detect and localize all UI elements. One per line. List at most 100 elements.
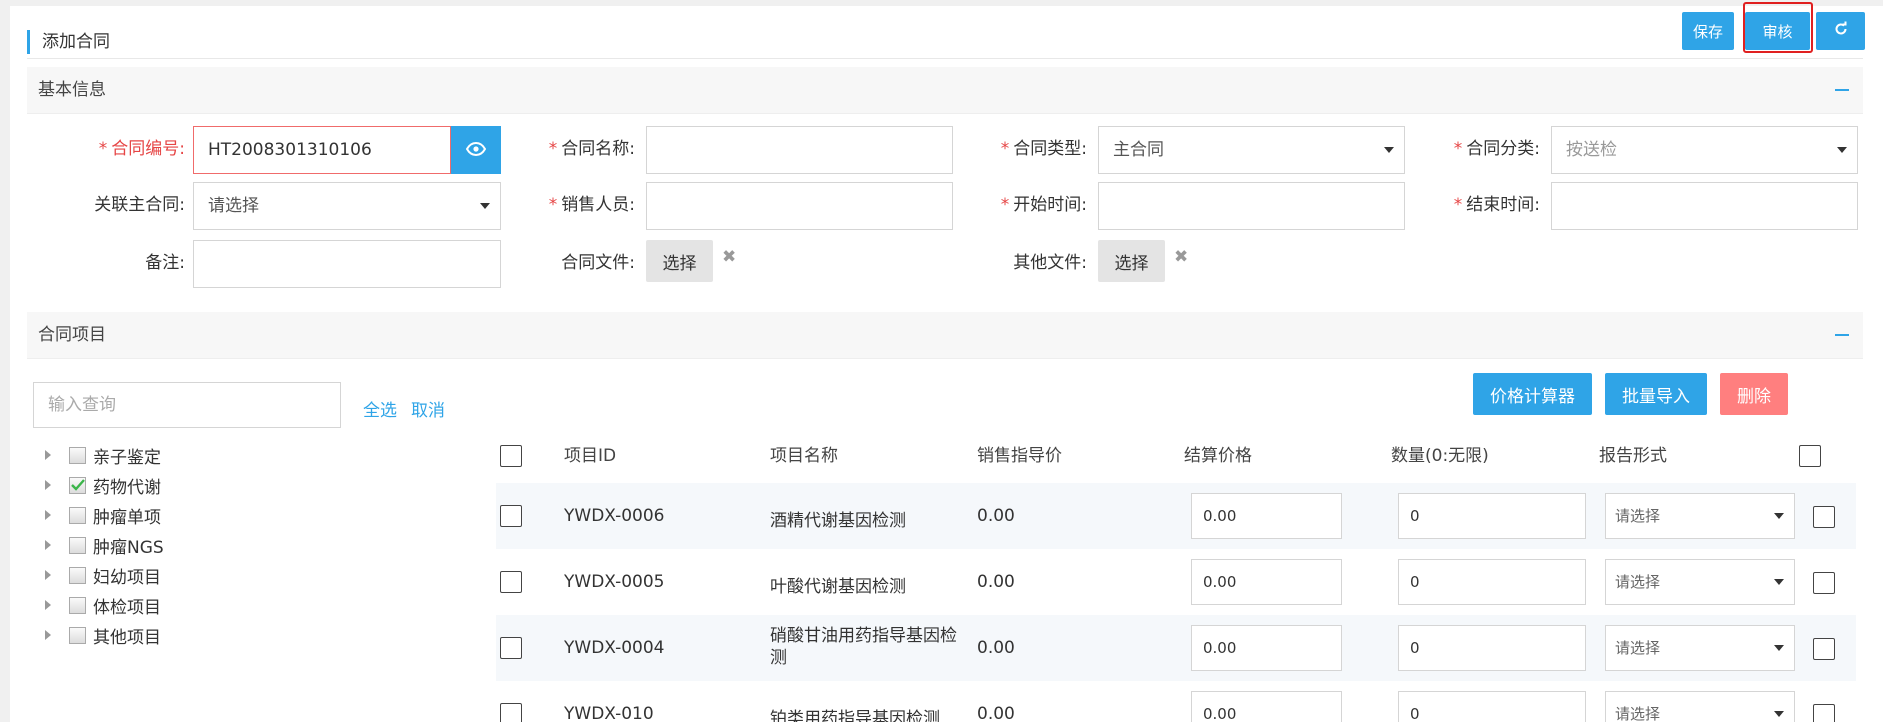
row-guide-price: 0.00 <box>977 572 1015 592</box>
price-calculator-button[interactable]: 价格计算器 <box>1473 373 1592 415</box>
tree-item-drug-metabolism[interactable]: 药物代谢 <box>45 472 161 498</box>
expand-icon[interactable] <box>45 480 51 490</box>
remove-other-file-icon[interactable]: ✖ <box>1174 247 1188 267</box>
row-settle-price-input[interactable]: 0.00 <box>1191 559 1342 605</box>
select-all-checkbox-right[interactable] <box>1799 445 1821 467</box>
row-guide-price: 0.00 <box>977 506 1015 526</box>
contract-category-select[interactable]: 按送检 <box>1551 126 1858 174</box>
tree-item-physical-exam[interactable]: 体检项目 <box>45 592 161 618</box>
related-main-label: 关联主合同: <box>94 195 185 215</box>
row-checkbox-right[interactable] <box>1813 506 1835 528</box>
salesperson-input[interactable] <box>646 182 953 230</box>
row-checkbox-right[interactable] <box>1813 638 1835 660</box>
row-report-select[interactable]: 请选择 <box>1605 625 1795 671</box>
eye-icon <box>465 141 487 160</box>
row-settle-price-input[interactable]: 0.00 <box>1191 493 1342 539</box>
header-guide-price: 销售指导价 <box>977 446 1062 466</box>
header-settle-price: 结算价格 <box>1184 446 1252 466</box>
row-checkbox[interactable] <box>500 703 522 722</box>
tree-search-input[interactable]: 输入查询 <box>33 382 341 428</box>
expand-icon[interactable] <box>45 450 51 460</box>
related-main-select[interactable]: 请选择 <box>193 182 501 230</box>
row-settle-price-input[interactable]: 0.00 <box>1191 625 1342 671</box>
row-checkbox[interactable] <box>500 505 522 527</box>
tree-checkbox[interactable] <box>69 446 86 464</box>
row-report-select[interactable]: 请选择 <box>1605 691 1795 722</box>
table-row: YWDX-0004 硝酸甘油用药指导基因检测 0.00 0.00 0 请选择 <box>496 615 1856 681</box>
chevron-down-icon <box>1837 147 1847 153</box>
row-quantity-input[interactable]: 0 <box>1398 559 1586 605</box>
remark-label: 备注: <box>145 253 185 273</box>
view-contract-no-button[interactable] <box>451 126 501 174</box>
row-checkbox[interactable] <box>500 637 522 659</box>
row-item-name: 酒精代谢基因检测 <box>770 511 906 531</box>
remove-contract-file-icon[interactable]: ✖ <box>722 247 736 267</box>
select-all-link[interactable]: 全选 <box>363 396 397 421</box>
review-highlight-box <box>1743 2 1813 53</box>
tree-checkbox[interactable] <box>69 626 86 644</box>
contract-items-section-header[interactable]: 合同项目 <box>27 312 1863 359</box>
header-quantity: 数量(0:无限) <box>1391 446 1489 466</box>
row-report-select[interactable]: 请选择 <box>1605 493 1795 539</box>
contract-type-select[interactable]: 主合同 <box>1098 126 1405 174</box>
tree-item-tumor-ngs[interactable]: 肿瘤NGS <box>45 532 164 558</box>
row-item-id: YWDX-0005 <box>564 572 665 592</box>
basic-info-section-header[interactable]: 基本信息 <box>27 67 1863 114</box>
row-report-select[interactable]: 请选择 <box>1605 559 1795 605</box>
refresh-button[interactable] <box>1816 12 1865 50</box>
chevron-down-icon <box>1774 579 1784 585</box>
check-icon <box>70 479 85 491</box>
end-time-input[interactable] <box>1551 182 1858 230</box>
chevron-down-icon <box>1774 711 1784 717</box>
expand-icon[interactable] <box>45 600 51 610</box>
tree-item-paternity[interactable]: 亲子鉴定 <box>45 442 161 468</box>
row-item-id: YWDX-0004 <box>564 638 665 658</box>
start-time-label: * 开始时间: <box>1000 195 1087 215</box>
delete-button[interactable]: 删除 <box>1720 373 1788 415</box>
tree-checkbox[interactable] <box>69 596 86 614</box>
row-checkbox[interactable] <box>500 571 522 593</box>
row-quantity-input[interactable]: 0 <box>1398 691 1586 722</box>
title-divider <box>27 58 1863 59</box>
collapse-icon[interactable] <box>1835 89 1849 91</box>
row-checkbox-right[interactable] <box>1813 704 1835 722</box>
table-row: YWDX-0005 叶酸代谢基因检测 0.00 0.00 0 请选择 <box>496 549 1856 615</box>
contract-name-input[interactable] <box>646 126 953 174</box>
contract-no-input[interactable]: HT2008301310106 <box>193 126 451 174</box>
contract-file-choose-button[interactable]: 选择 <box>646 240 713 282</box>
expand-icon[interactable] <box>45 540 51 550</box>
expand-icon[interactable] <box>45 630 51 640</box>
cancel-link[interactable]: 取消 <box>411 396 445 421</box>
tree-checkbox[interactable] <box>69 566 86 584</box>
batch-import-button[interactable]: 批量导入 <box>1605 373 1707 415</box>
row-item-id: YWDX-010 <box>564 704 654 722</box>
tree-checkbox[interactable] <box>69 506 86 524</box>
expand-icon[interactable] <box>45 510 51 520</box>
tree-item-other[interactable]: 其他项目 <box>45 622 161 648</box>
row-item-name: 硝酸甘油用药指导基因检测 <box>770 626 957 668</box>
save-button[interactable]: 保存 <box>1682 12 1734 50</box>
row-guide-price: 0.00 <box>977 704 1015 722</box>
tree-item-tumor-single[interactable]: 肿瘤单项 <box>45 502 161 528</box>
other-file-choose-button[interactable]: 选择 <box>1098 240 1165 282</box>
contract-file-label: 合同文件: <box>561 253 635 273</box>
tree-checkbox-checked[interactable] <box>69 476 86 494</box>
row-quantity-input[interactable]: 0 <box>1398 625 1586 671</box>
start-time-input[interactable] <box>1098 182 1405 230</box>
contract-type-label: * 合同类型: <box>1000 139 1087 159</box>
row-settle-price-input[interactable]: 0.00 <box>1191 691 1342 722</box>
tree-item-maternal-child[interactable]: 妇幼项目 <box>45 562 161 588</box>
row-quantity-input[interactable]: 0 <box>1398 493 1586 539</box>
collapse-icon[interactable] <box>1835 334 1849 336</box>
select-all-checkbox[interactable] <box>500 445 522 467</box>
row-item-name: 铂类用药指导基因检测 <box>770 709 940 722</box>
contract-name-label: * 合同名称: <box>548 139 635 159</box>
header-item-id: 项目ID <box>564 446 617 466</box>
tree-checkbox[interactable] <box>69 536 86 554</box>
chevron-down-icon <box>480 203 490 209</box>
row-checkbox-right[interactable] <box>1813 572 1835 594</box>
chevron-down-icon <box>1384 147 1394 153</box>
header-report-form: 报告形式 <box>1599 446 1667 466</box>
remark-input[interactable] <box>193 240 501 288</box>
expand-icon[interactable] <box>45 570 51 580</box>
